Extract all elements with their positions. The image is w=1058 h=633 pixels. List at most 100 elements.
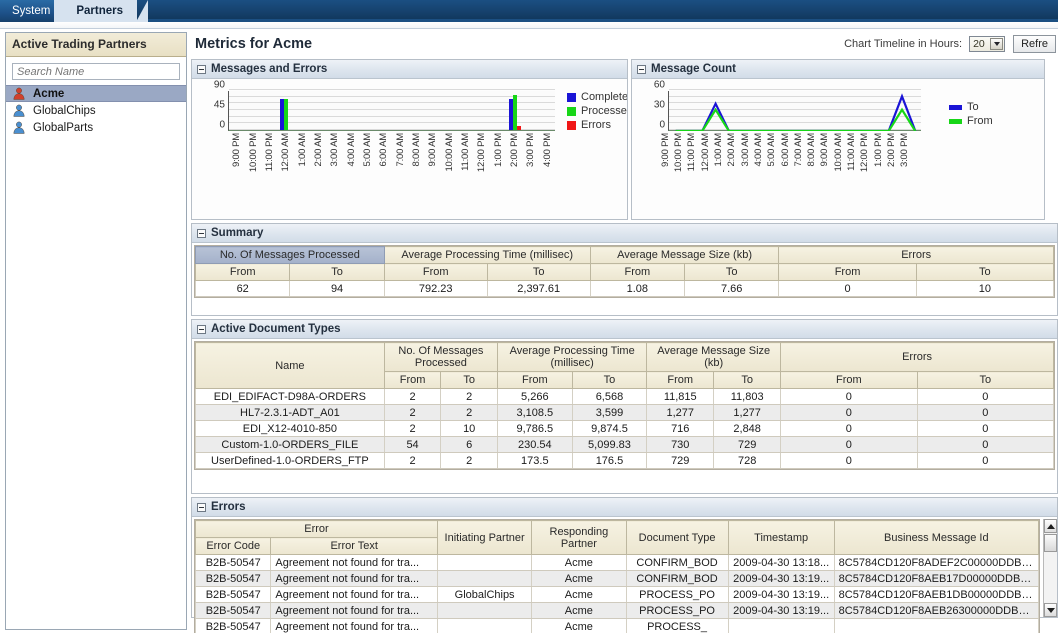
partner-item-globalchips[interactable]: GlobalChips: [6, 102, 186, 119]
chevron-down-icon[interactable]: [990, 38, 1003, 50]
messages-and-errors-chart: 045909:00 PM10:00 PM11:00 PM12:00 AM1:00…: [192, 79, 627, 219]
collapse-icon[interactable]: [637, 65, 646, 74]
line-series-group: [669, 91, 922, 131]
active-trading-partners-panel: Active Trading Partners AcmeGlobalChipsG…: [5, 32, 187, 630]
table-cell-timestamp: 2009-04-30 13:19...: [728, 571, 834, 587]
column-group-header[interactable]: Average Processing Time (millisec): [498, 343, 647, 372]
summary-header: Summary: [192, 224, 1057, 243]
collapse-icon[interactable]: [197, 65, 206, 74]
table-cell: 0: [781, 405, 917, 421]
table-row[interactable]: B2B-50547Agreement not found for tra...G…: [196, 587, 1039, 603]
partner-item-acme[interactable]: Acme: [6, 85, 186, 102]
table-row[interactable]: EDI_X12-4010-8502109,786.59,874.57162,84…: [196, 421, 1054, 437]
legend-item: Errors: [567, 119, 627, 131]
collapse-icon[interactable]: [197, 229, 206, 238]
column-group-header[interactable]: Responding Partner: [532, 521, 626, 555]
table-cell: 729: [714, 437, 781, 453]
x-axis-tick: 10:00 AM: [445, 133, 454, 172]
column-header[interactable]: To: [714, 372, 781, 389]
panel-title: Message Count: [651, 63, 736, 75]
column-group-header[interactable]: Name: [196, 343, 385, 389]
table-row[interactable]: B2B-50547Agreement not found for tra...A…: [196, 619, 1039, 633]
x-axis-tick: 5:00 AM: [767, 133, 776, 166]
table-cell-business-message-id[interactable]: 8C5784CD120F8AEB1DB00000DDB89000: [834, 587, 1038, 603]
y-axis-tick: 90: [214, 80, 225, 91]
table-cell-document-type: PROCESS_: [626, 619, 728, 633]
active-document-types-body: NameNo. Of Messages ProcessedAverage Pro…: [192, 341, 1057, 493]
table-cell: 2: [384, 453, 441, 469]
refresh-button[interactable]: Refre: [1013, 35, 1056, 53]
column-header[interactable]: To: [685, 264, 779, 281]
panel-title: Active Document Types: [211, 323, 341, 335]
search-input[interactable]: [12, 63, 180, 80]
table-cell: 728: [714, 453, 781, 469]
table-cell: 176.5: [572, 453, 647, 469]
table-cell-responding-partner: Acme: [532, 571, 626, 587]
column-group-header[interactable]: No. Of Messages Processed: [196, 247, 385, 264]
column-header[interactable]: To: [441, 372, 498, 389]
table-row[interactable]: 6294792.232,397.611.087.66010: [196, 281, 1054, 297]
table-row[interactable]: B2B-50547Agreement not found for tra...A…: [196, 571, 1039, 587]
table-cell: 2: [384, 389, 441, 405]
partner-item-globalparts[interactable]: GlobalParts: [6, 119, 186, 136]
user-icon: [12, 121, 27, 134]
tab-partners[interactable]: Partners: [54, 0, 137, 22]
x-axis-tick: 9:00 AM: [820, 133, 829, 166]
column-header[interactable]: To: [917, 372, 1053, 389]
scroll-down-button[interactable]: [1044, 603, 1057, 617]
column-header[interactable]: To: [290, 264, 384, 281]
chart-timeline-select[interactable]: 20: [969, 36, 1005, 52]
column-header[interactable]: To: [487, 264, 590, 281]
column-group-header[interactable]: Timestamp: [728, 521, 834, 555]
column-header[interactable]: To: [572, 372, 647, 389]
table-cell: 54: [384, 437, 441, 453]
column-group-header[interactable]: Initiating Partner: [437, 521, 531, 555]
column-header[interactable]: From: [590, 264, 684, 281]
table-cell-business-message-id[interactable]: [834, 619, 1038, 633]
column-header[interactable]: Error Code: [196, 538, 271, 555]
column-header[interactable]: From: [384, 372, 441, 389]
summary-table: No. Of Messages ProcessedAverage Process…: [195, 246, 1054, 297]
column-header[interactable]: From: [498, 372, 573, 389]
table-row[interactable]: B2B-50547Agreement not found for tra...A…: [196, 555, 1039, 571]
table-cell-business-message-id[interactable]: 8C5784CD120F8ADEF2C00000DDB75000: [834, 555, 1038, 571]
column-header[interactable]: From: [196, 264, 290, 281]
table-row[interactable]: EDI_EDIFACT-D98A-ORDERS225,2666,56811,81…: [196, 389, 1054, 405]
x-axis-tick: 8:00 AM: [807, 133, 816, 166]
column-group-header[interactable]: Business Message Id: [834, 521, 1038, 555]
errors-vertical-scrollbar[interactable]: [1043, 519, 1057, 617]
column-header[interactable]: From: [779, 264, 916, 281]
column-group-header[interactable]: Document Type: [626, 521, 728, 555]
bar-processed: [513, 95, 517, 130]
scrollbar-thumb[interactable]: [1044, 534, 1057, 552]
column-group-header[interactable]: Average Message Size (kb): [590, 247, 779, 264]
column-header[interactable]: From: [781, 372, 917, 389]
table-cell-error-text: Agreement not found for tra...: [271, 619, 438, 633]
collapse-icon[interactable]: [197, 503, 206, 512]
table-cell-initiating-partner: [437, 619, 531, 633]
collapse-icon[interactable]: [197, 325, 206, 334]
page-title: Metrics for Acme: [195, 36, 844, 52]
table-cell-business-message-id[interactable]: 8C5784CD120F8AEB17D00000DDB82000: [834, 571, 1038, 587]
scroll-up-button[interactable]: [1044, 519, 1057, 533]
x-axis-tick: 11:00 PM: [687, 133, 696, 171]
column-group-header[interactable]: Average Message Size (kb): [647, 343, 781, 372]
column-group-header[interactable]: Average Processing Time (millisec): [384, 247, 590, 264]
column-header[interactable]: From: [384, 264, 487, 281]
column-header[interactable]: Error Text: [271, 538, 438, 555]
x-axis-tick: 3:00 AM: [330, 133, 339, 166]
column-header[interactable]: From: [647, 372, 714, 389]
column-group-header[interactable]: Errors: [779, 247, 1054, 264]
column-group-header[interactable]: No. Of Messages Processed: [384, 343, 497, 372]
table-cell-business-message-id[interactable]: 8C5784CD120F8AEB26300000DDB90000: [834, 603, 1038, 619]
table-row[interactable]: B2B-50547Agreement not found for tra...A…: [196, 603, 1039, 619]
x-axis-tick: 1:00 PM: [874, 133, 883, 167]
column-group-header[interactable]: Error: [196, 521, 438, 538]
table-row[interactable]: UserDefined-1.0-ORDERS_FTP22173.5176.572…: [196, 453, 1054, 469]
table-cell: 230.54: [498, 437, 573, 453]
table-row[interactable]: HL7-2.3.1-ADT_A01223,108.53,5991,2771,27…: [196, 405, 1054, 421]
table-sub-header-row: FromToFromToFromToFromTo: [196, 264, 1054, 281]
table-row[interactable]: Custom-1.0-ORDERS_FILE546230.545,099.837…: [196, 437, 1054, 453]
column-header[interactable]: To: [916, 264, 1053, 281]
column-group-header[interactable]: Errors: [781, 343, 1054, 372]
